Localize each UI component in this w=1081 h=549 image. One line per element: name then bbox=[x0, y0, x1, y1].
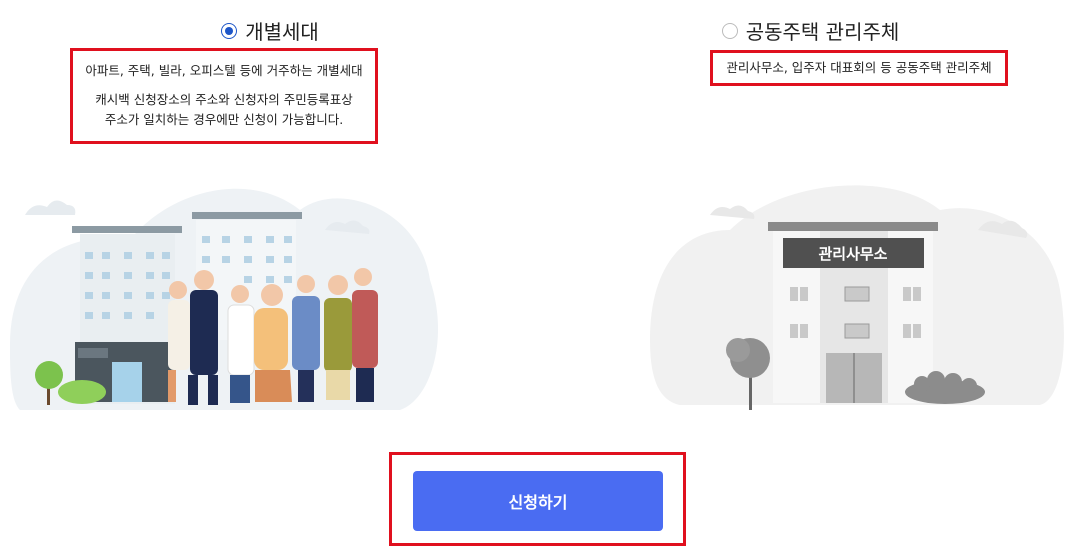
individual-description: 아파트, 주택, 빌라, 오피스텔 등에 거주하는 개별세대 캐시백 신청장소의… bbox=[70, 48, 378, 144]
individual-desc-line1: 아파트, 주택, 빌라, 오피스텔 등에 거주하는 개별세대 bbox=[85, 63, 363, 78]
individual-desc-line2: 캐시백 신청장소의 주소와 신청자의 주민등록표상 bbox=[95, 92, 353, 107]
apply-button[interactable]: 신청하기 bbox=[413, 471, 663, 531]
individual-radio-row[interactable]: 개별세대 bbox=[0, 16, 540, 45]
management-office-illustration: 관리사무소 bbox=[650, 185, 1064, 410]
complex-description: 관리사무소, 입주자 대표회의 등 공동주택 관리주체 bbox=[710, 50, 1008, 86]
individual-label[interactable]: 개별세대 bbox=[245, 16, 319, 45]
complex-radio-row[interactable]: 공동주택 관리주체 bbox=[540, 16, 1081, 45]
complex-radio[interactable] bbox=[721, 22, 738, 39]
complex-desc-line1: 관리사무소, 입주자 대표회의 등 공동주택 관리주체 bbox=[726, 60, 992, 75]
individual-household-illustration bbox=[10, 188, 439, 410]
individual-radio[interactable] bbox=[221, 22, 238, 39]
office-sign-text: 관리사무소 bbox=[818, 245, 887, 263]
complex-label[interactable]: 공동주택 관리주체 bbox=[746, 16, 900, 45]
individual-desc-line3: 주소가 일치하는 경우에만 신청이 가능합니다. bbox=[104, 112, 344, 127]
